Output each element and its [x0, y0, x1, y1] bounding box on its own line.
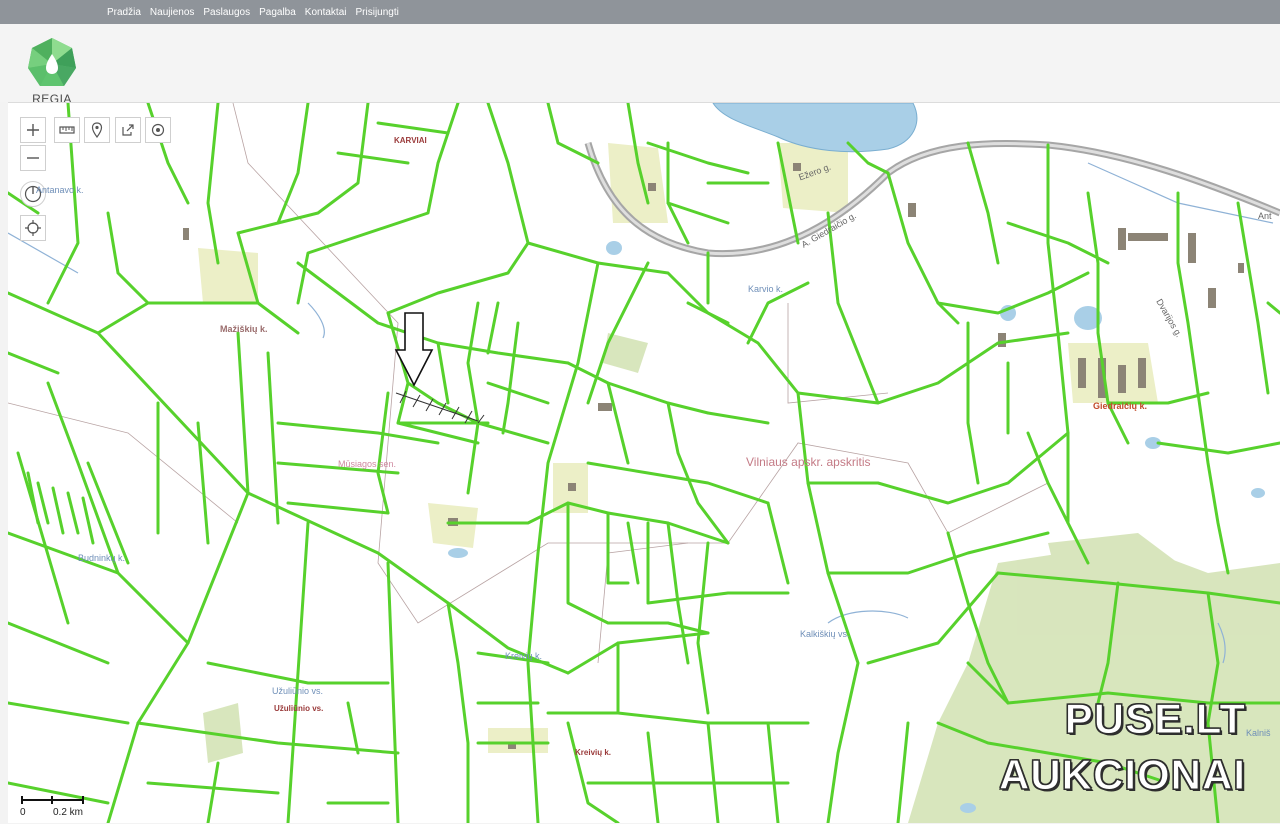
label-kreiviu-village: Kreivių k.	[505, 651, 543, 661]
label-maziskiu: Mažiškių k.	[220, 324, 268, 334]
scale-distance-label: 0.2 km	[53, 807, 84, 818]
minus-icon	[27, 157, 39, 159]
top-navigation-bar: Pradžia Naujienos Paslaugos Pagalba Kont…	[0, 0, 1280, 24]
scale-zero-label: 0	[20, 807, 26, 818]
regia-logo-icon[interactable]	[26, 36, 78, 92]
label-karviai: KARVIAI	[394, 136, 427, 145]
locate-target-button[interactable]	[145, 117, 171, 143]
measure-button[interactable]	[54, 117, 80, 143]
ruler-icon	[59, 126, 75, 134]
nav-item-help[interactable]: Pagalba	[259, 7, 296, 18]
label-antanavo: Antanavo k.	[36, 185, 84, 195]
nav-item-home[interactable]: Pradžia	[107, 7, 141, 18]
nav-item-news[interactable]: Naujienos	[150, 7, 194, 18]
share-icon	[122, 124, 134, 136]
label-kalkiskiu: Kalkiškių vs.	[800, 629, 850, 639]
zoom-in-button[interactable]	[20, 117, 46, 143]
label-kalnis: Kalniš	[1246, 728, 1271, 738]
zoom-out-button[interactable]	[20, 145, 46, 171]
watermark-line-1: PUSE.LT	[1064, 695, 1246, 743]
main-nav: Pradžia Naujienos Paslaugos Pagalba Kont…	[107, 0, 408, 24]
watermark-line-2: AUKCIONAI	[999, 751, 1246, 799]
map-pin-icon	[91, 122, 103, 138]
label-kreiviu: Kreivių k.	[575, 748, 612, 757]
map-viewport[interactable]: Antanavo k. KARVIAI Ežero g. A. Giedraič…	[8, 102, 1280, 823]
share-button[interactable]	[115, 117, 141, 143]
crosshair-icon	[25, 220, 41, 236]
target-icon	[151, 123, 165, 137]
label-giedraiciu: Giedraičių k.	[1093, 401, 1148, 411]
nav-item-login[interactable]: Prisijungti	[356, 7, 399, 18]
label-karvio: Karvio k.	[748, 284, 784, 294]
plus-icon	[27, 124, 39, 136]
nav-item-contacts[interactable]: Kontaktai	[305, 7, 347, 18]
label-ant-street: Ant	[1258, 211, 1272, 221]
my-location-button[interactable]	[20, 215, 46, 241]
label-vilniaus-region: Vilniaus apskr. apskritis	[746, 455, 871, 469]
pin-button[interactable]	[84, 117, 110, 143]
label-budninku: Budninkų k.	[78, 553, 126, 563]
nav-item-services[interactable]: Paslaugos	[203, 7, 250, 18]
page-header: REGIA	[0, 24, 1280, 106]
label-musiagos: Mūsiagos sen.	[338, 459, 397, 469]
label-uzuliunio: Užuliūnio vs.	[274, 704, 324, 713]
label-uzuliunio-village: Užuliūnio vs.	[272, 686, 324, 696]
